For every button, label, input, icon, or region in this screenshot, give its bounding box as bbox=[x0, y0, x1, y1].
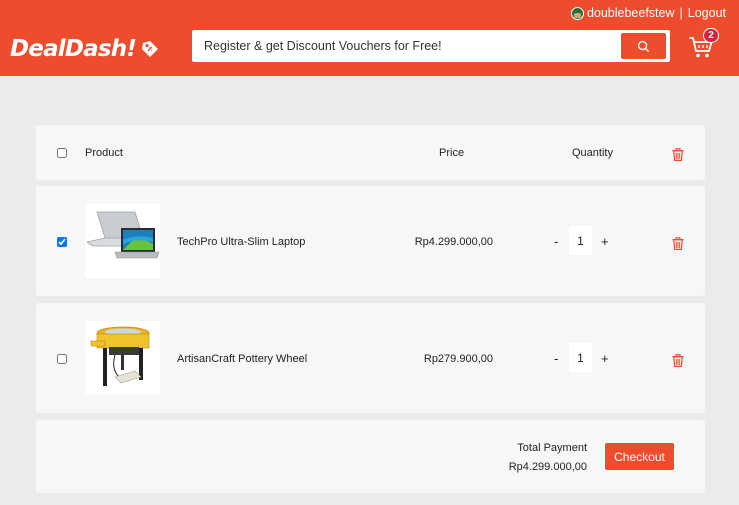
checkout-button[interactable]: Checkout bbox=[605, 443, 674, 470]
pottery-wheel-image bbox=[85, 321, 160, 395]
delete-item-trash-icon[interactable] bbox=[672, 354, 684, 367]
cart-count-badge: 2 bbox=[703, 28, 719, 43]
product-price: Rp4.299.000,00 bbox=[414, 236, 493, 248]
price-tag-icon bbox=[142, 41, 159, 57]
user-area: doublebeefstew | Logout bbox=[570, 6, 726, 20]
quantity-decrement-button[interactable]: - bbox=[554, 351, 558, 366]
total-payment-value: Rp4.299.000,00 bbox=[508, 461, 587, 473]
item-checkbox[interactable] bbox=[57, 354, 67, 364]
logout-link[interactable]: Logout bbox=[688, 6, 726, 20]
quantity-increment-button[interactable]: + bbox=[601, 234, 609, 249]
search-input[interactable] bbox=[192, 30, 612, 62]
quantity-increment-button[interactable]: + bbox=[601, 351, 609, 366]
separator: | bbox=[679, 6, 683, 20]
product-name[interactable]: ArtisanCraft Pottery Wheel bbox=[177, 353, 307, 365]
cart-item-row: TechPro Ultra-Slim Laptop Rp4.299.000,00… bbox=[36, 186, 705, 296]
quantity-input[interactable] bbox=[569, 226, 592, 255]
search-bar bbox=[192, 30, 670, 62]
cart-table-header: Product Price Quantity bbox=[36, 125, 705, 180]
product-image-pottery-wheel[interactable] bbox=[85, 321, 160, 395]
column-header-price: Price bbox=[439, 147, 465, 159]
quantity-input[interactable] bbox=[569, 343, 592, 372]
column-header-quantity: Quantity bbox=[572, 147, 613, 159]
search-icon bbox=[637, 40, 650, 52]
top-bar: doublebeefstew | Logout DealDash! 2 bbox=[0, 0, 739, 76]
checkout-summary: Total Payment Rp4.299.000,00 Checkout bbox=[36, 420, 705, 493]
search-button[interactable] bbox=[621, 33, 666, 59]
laptop-image bbox=[85, 204, 160, 278]
delete-item-trash-icon[interactable] bbox=[672, 237, 684, 250]
brand-logo[interactable]: DealDash! bbox=[10, 36, 160, 62]
product-name[interactable]: TechPro Ultra-Slim Laptop bbox=[177, 236, 305, 248]
delete-all-trash-icon[interactable] bbox=[672, 148, 684, 161]
product-image-laptop[interactable] bbox=[85, 204, 160, 278]
cart-item-row: ArtisanCraft Pottery Wheel Rp279.900,00 … bbox=[36, 303, 705, 413]
avatar bbox=[570, 6, 584, 20]
username[interactable]: doublebeefstew bbox=[587, 6, 675, 20]
product-price: Rp279.900,00 bbox=[423, 353, 493, 365]
total-payment-label: Total Payment bbox=[517, 442, 587, 454]
quantity-decrement-button[interactable]: - bbox=[554, 234, 558, 249]
item-checkbox[interactable] bbox=[57, 237, 67, 247]
select-all-checkbox[interactable] bbox=[57, 148, 67, 158]
column-header-product: Product bbox=[85, 147, 123, 159]
brand-name: DealDash! bbox=[10, 36, 137, 62]
